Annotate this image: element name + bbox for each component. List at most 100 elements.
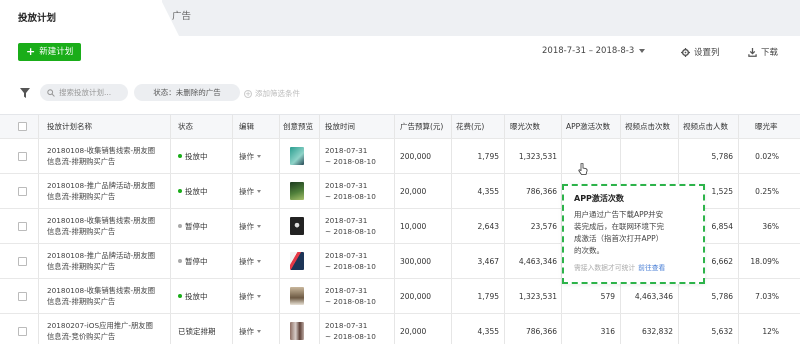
select-all-checkbox[interactable] [18,122,27,131]
edit-label: 操作 [239,221,254,231]
header-edit[interactable]: 编辑 [239,115,254,138]
ctr-value: 0.25% [755,186,779,196]
time-end: ~ 2018-08-10 [325,192,376,201]
header-ctr[interactable]: 曝光率 [755,115,778,138]
video-users-value: 6,662 [711,256,733,266]
edit-dropdown[interactable]: 操作 [239,139,277,173]
schedule-time: 2018-07-31 ~ 2018-08-10 [325,279,393,313]
time-start: 2018-07-31 [325,286,368,295]
ctr-cell: 18.09% [739,244,779,278]
row-checkbox[interactable] [18,186,27,196]
spend-value: 3,467 [477,256,499,266]
row-checkbox[interactable] [18,151,27,161]
hand-cursor-icon [578,163,588,175]
spend-value: 1,795 [477,291,499,301]
row-checkbox-cell[interactable] [18,139,30,173]
row-checkbox-cell[interactable] [18,279,30,313]
spend-cell: 4,355 [452,314,499,344]
download-button[interactable]: 下载 [748,46,778,58]
row-checkbox[interactable] [18,256,27,266]
portrait-thumb[interactable] [290,252,304,270]
row-checkbox-cell[interactable] [18,244,30,278]
tooltip-view-link[interactable]: 前往查看 [638,264,665,272]
tab-ads[interactable]: 广告 [172,0,232,36]
header-spend[interactable]: 花费(元) [456,115,484,138]
row-checkbox[interactable] [18,291,27,301]
video-users-value: 6,854 [711,221,733,231]
table-row[interactable]: 20180207-iOS应用推广-朋友圈 信息流-竞价购买广告 已锁定排期 操作 201… [0,314,800,344]
ctr-cell: 0.25% [739,174,779,208]
header-time[interactable]: 投放时间 [325,115,355,138]
header-app-activations[interactable]: APP激活次数 [566,115,610,138]
creative-preview[interactable] [290,314,306,344]
search-placeholder: 搜索投放计划... [59,88,112,97]
header-preview[interactable]: 创意预览 [283,115,313,138]
date-range-picker[interactable]: 2018-7-31 – 2018-8-3 [542,46,646,56]
header-budget[interactable]: 广告预算(元) [400,115,443,138]
search-input[interactable]: 搜索投放计划... [40,84,128,101]
header-status[interactable]: 状态 [178,115,193,138]
plan-name[interactable]: 20180207-iOS应用推广-朋友圈 信息流-竞价购买广告 [47,314,169,344]
status-filter-chip[interactable]: 状态：未删除的广告 [134,84,240,101]
budget-cell: 20,000 [400,314,450,344]
edit-dropdown[interactable]: 操作 [239,209,277,243]
app-activations-cell [562,139,615,173]
time-end: ~ 2018-08-10 [325,227,376,236]
phone-thumb[interactable] [290,147,304,165]
tooltip-body-line: 成激活（指首次打开APP） [574,234,664,243]
plan-name[interactable]: 20180108-推广品牌活动-朋友圈 信息流-排期购买广告 [47,244,169,278]
impressions-value: 4,463,346 [518,256,557,266]
plan-name[interactable]: 20180108-推广品牌活动-朋友圈 信息流-排期购买广告 [47,174,169,208]
desk-thumb[interactable] [290,287,304,305]
new-plan-button[interactable]: + 新建计划 [18,43,82,61]
impressions-cell: 1,323,531 [505,279,557,313]
dark-thumb[interactable] [290,217,304,235]
header-name[interactable]: 投放计划名称 [47,115,92,138]
header-video-clicks[interactable]: 视频点击次数 [625,115,670,138]
table-row[interactable]: 20180108-收集销售线索-朋友圈 信息流-排期购买广告 投放中 操作 2018-0… [0,279,800,314]
video-users-value: 5,786 [711,151,733,161]
video-users-value: 5,786 [711,291,733,301]
row-checkbox-cell[interactable] [18,174,30,208]
chevron-down-icon [257,294,261,298]
table-row[interactable]: 20180108-收集销售线索-朋友圈 信息流-排期购买广告 投放中 操作 2018-0… [0,139,800,174]
edit-label: 操作 [239,326,254,336]
edit-dropdown[interactable]: 操作 [239,314,277,344]
creative-preview[interactable] [290,244,306,278]
row-checkbox[interactable] [18,221,27,231]
row-checkbox[interactable] [18,326,27,336]
tab-plans[interactable]: 投放计划 [0,0,180,38]
impressions-cell: 786,366 [505,314,557,344]
set-columns-button[interactable]: 设置列 [681,46,720,58]
plan-name-line: 信息流-排期购买广告 [47,192,116,201]
tab-bar: 投放计划 广告 [0,0,800,38]
download-icon [748,47,757,57]
creative-preview[interactable] [290,174,306,208]
edit-dropdown[interactable]: 操作 [239,174,277,208]
select-all-checkbox-cell[interactable] [18,115,27,138]
filter-icon[interactable] [20,88,30,98]
ctr-cell: 36% [739,209,779,243]
creative-preview[interactable] [290,279,306,313]
creative-preview[interactable] [290,209,306,243]
budget-value: 20,000 [400,326,427,336]
video-clicks-cell: 4,463,346 [621,279,673,313]
spend-cell: 1,795 [452,139,499,173]
forest-thumb[interactable] [290,182,304,200]
plan-name[interactable]: 20180108-收集销售线索-朋友圈 信息流-排期购买广告 [47,209,169,243]
plan-name[interactable]: 20180108-收集销售线索-朋友圈 信息流-排期购买广告 [47,279,169,313]
status-cell: 暂停中 [178,244,230,278]
row-checkbox-cell[interactable] [18,314,30,344]
time-end: ~ 2018-08-10 [325,297,376,306]
header-impressions[interactable]: 曝光次数 [510,115,540,138]
edit-dropdown[interactable]: 操作 [239,244,277,278]
app-activation-tooltip: APP激活次数 用户通过广告下载APP并安 装完成后，在联网环境下完 成激活（指… [562,184,705,284]
group-thumb[interactable] [290,322,304,340]
row-checkbox-cell[interactable] [18,209,30,243]
header-video-users[interactable]: 视频点击人数 [683,115,728,138]
creative-preview[interactable] [290,139,306,173]
plan-name[interactable]: 20180108-收集销售线索-朋友圈 信息流-排期购买广告 [47,139,169,173]
edit-dropdown[interactable]: 操作 [239,279,277,313]
add-filter-button[interactable]: + 添加筛选条件 [244,88,300,99]
new-plan-label: 新建计划 [39,47,74,57]
